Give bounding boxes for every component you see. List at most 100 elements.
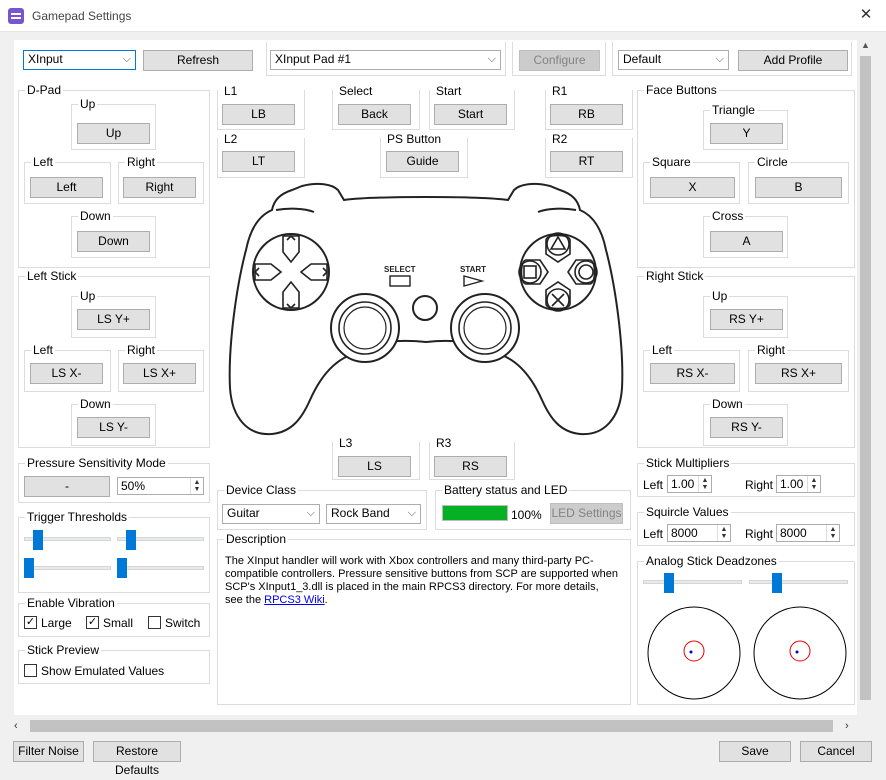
cross-button[interactable]: A (710, 231, 783, 252)
r3-button[interactable]: RS (434, 456, 507, 477)
square-button[interactable]: X (650, 177, 735, 198)
battery-percent: 100% (511, 508, 542, 522)
rs-right-button[interactable]: RS X+ (755, 363, 842, 384)
r2-deadzone-slider[interactable] (117, 558, 127, 578)
battery-fill (443, 506, 507, 520)
switch-label: Switch (165, 616, 201, 630)
scroll-up-icon[interactable]: ▲ (857, 40, 874, 54)
right-stick-deadzone-preview (753, 606, 847, 700)
spin-arrows-icon[interactable]: ▲ ▼ (190, 478, 203, 494)
select-button[interactable]: Back (338, 104, 411, 125)
l2-threshold-slider[interactable] (33, 530, 43, 550)
spin-arrows-icon[interactable]: ▲ ▼ (698, 476, 711, 492)
close-icon[interactable]: ✕ (854, 4, 878, 28)
trigger-title: Trigger Thresholds (25, 510, 130, 524)
show-emulated-checkbox[interactable] (24, 664, 37, 677)
pressure-spinbox[interactable]: 50% ▲ ▼ (117, 477, 204, 495)
squircle-right-spinbox[interactable]: 8000 ▲ ▼ (776, 524, 840, 542)
refresh-button[interactable]: Refresh (143, 50, 253, 71)
spin-arrows-icon[interactable]: ▲ ▼ (826, 525, 839, 541)
ls-left-button[interactable]: LS X- (30, 363, 103, 384)
squircle-left-label: Left (643, 527, 664, 541)
show-emulated-label: Show Emulated Values (41, 664, 165, 678)
pressure-button[interactable]: - (24, 476, 110, 497)
small-label: Small (103, 616, 134, 630)
ls-down-button[interactable]: LS Y- (77, 417, 150, 438)
start-button[interactable]: Start (434, 104, 507, 125)
l2-deadzone-track (24, 566, 111, 570)
battery-bar (442, 505, 508, 521)
ls-up-button[interactable]: LS Y+ (77, 309, 150, 330)
squircle-right-label: Right (745, 527, 774, 541)
ls-right-button[interactable]: LS X+ (123, 363, 196, 384)
controller-select-text: SELECT (384, 265, 416, 274)
horizontal-scroll-thumb[interactable] (30, 720, 833, 732)
trigger-group: Trigger Thresholds (18, 510, 210, 593)
r1-button[interactable]: RB (550, 104, 623, 125)
left-deadzone-slider[interactable] (664, 573, 674, 593)
device-class-select[interactable]: Guitar ⌵ (222, 504, 320, 524)
left-stick-title: Left Stick (25, 269, 79, 283)
dpad-left-label: Left (31, 155, 56, 169)
filter-noise-button[interactable]: Filter Noise (13, 741, 84, 762)
circle-label: Circle (755, 155, 790, 169)
dpad-down-button[interactable]: Down (77, 231, 150, 252)
dpad-up-button[interactable]: Up (77, 123, 150, 144)
settings-panel: XInput ⌵ Refresh XInput Pad #1 ⌵ Configure… (14, 40, 857, 715)
handler-select[interactable]: XInput ⌵ (23, 50, 136, 70)
cross-label: Cross (710, 209, 746, 223)
cancel-button[interactable]: Cancel (800, 741, 872, 762)
add-profile-button[interactable]: Add Profile (738, 50, 848, 71)
dpad-right-button[interactable]: Right (123, 177, 196, 198)
r2-button[interactable]: RT (550, 151, 623, 172)
ls-up-label: Up (78, 289, 98, 303)
rs-down-button[interactable]: RS Y- (710, 417, 783, 438)
switch-checkbox[interactable] (148, 616, 161, 629)
triangle-button[interactable]: Y (710, 123, 783, 144)
right-stick-title: Right Stick (644, 269, 706, 283)
squircle-left-spinbox[interactable]: 8000 ▲ ▼ (667, 524, 731, 542)
ps-button[interactable]: Guide (386, 151, 459, 172)
pressure-title: Pressure Sensitivity Mode (25, 456, 168, 470)
large-label: Large (41, 616, 72, 630)
large-checkbox[interactable]: ✓ (24, 616, 37, 629)
app-icon (8, 8, 24, 24)
vertical-scroll-thumb[interactable] (860, 56, 871, 700)
wiki-link[interactable]: RPCS3 Wiki (264, 594, 325, 606)
device-select[interactable]: XInput Pad #1 ⌵ (270, 50, 501, 70)
vertical-scrollbar[interactable]: ▲ (857, 40, 874, 715)
rs-left-button[interactable]: RS X- (650, 363, 735, 384)
scroll-right-icon[interactable]: › (845, 718, 857, 734)
ls-right-label: Right (125, 343, 158, 357)
profile-select[interactable]: Default ⌵ (618, 50, 729, 70)
dpad-left-button[interactable]: Left (30, 177, 103, 198)
window-title: Gamepad Settings (32, 9, 132, 23)
led-settings-button[interactable]: LED Settings (550, 503, 623, 524)
left-deadzone-track (643, 580, 742, 584)
configure-button[interactable]: Configure (519, 50, 600, 71)
controller-illustration: SELECT START (228, 182, 624, 436)
right-deadzone-slider[interactable] (772, 573, 782, 593)
restore-defaults-button[interactable]: Restore Defaults (93, 741, 181, 777)
chevron-down-icon: ⌵ (715, 53, 724, 65)
deadzones-title: Analog Stick Deadzones (644, 554, 779, 568)
rs-up-button[interactable]: RS Y+ (710, 309, 783, 330)
spin-arrows-icon[interactable]: ▲ ▼ (807, 476, 820, 492)
small-checkbox[interactable]: ✓ (86, 616, 99, 629)
device-subclass-select[interactable]: Rock Band ⌵ (326, 504, 421, 524)
scroll-left-icon[interactable]: ‹ (14, 718, 28, 734)
l2-button[interactable]: LT (222, 151, 295, 172)
horizontal-scrollbar[interactable]: ‹ › (14, 718, 857, 734)
right-deadzone-track (749, 580, 848, 584)
circle-button[interactable]: B (755, 177, 842, 198)
multiplier-right-spinbox[interactable]: 1.00 ▲ ▼ (776, 475, 821, 493)
device-class-title: Device Class (224, 483, 299, 497)
l3-button[interactable]: LS (338, 456, 411, 477)
l2-deadzone-slider[interactable] (24, 558, 34, 578)
ls-left-label: Left (31, 343, 56, 357)
save-button[interactable]: Save (719, 741, 791, 762)
l1-button[interactable]: LB (222, 104, 295, 125)
r2-threshold-slider[interactable] (126, 530, 136, 550)
spin-arrows-icon[interactable]: ▲ ▼ (717, 525, 730, 541)
multiplier-left-spinbox[interactable]: 1.00 ▲ ▼ (667, 475, 712, 493)
